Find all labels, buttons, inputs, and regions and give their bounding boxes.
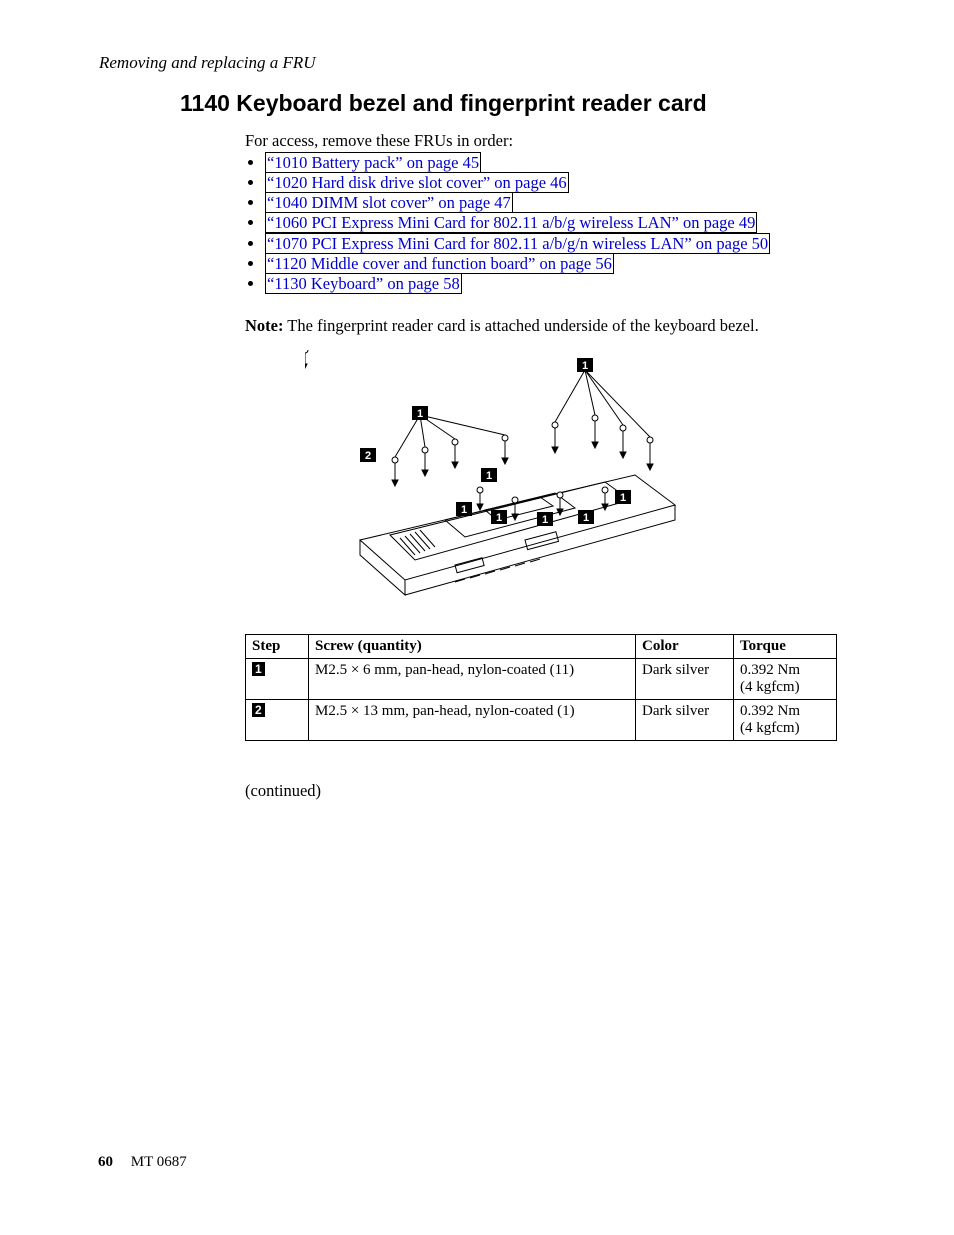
cell-step: 1 xyxy=(246,658,309,699)
svg-text:1: 1 xyxy=(461,504,467,516)
fru-link[interactable]: “1020 Hard disk drive slot cover” on pag… xyxy=(265,172,569,193)
col-color: Color xyxy=(636,634,734,658)
svg-text:1: 1 xyxy=(582,360,588,372)
screw-table: Step Screw (quantity) Color Torque 1 M2.… xyxy=(245,634,837,741)
col-torque: Torque xyxy=(734,634,837,658)
figure-callout-1-icon: 1 xyxy=(578,510,594,524)
fru-link[interactable]: “1130 Keyboard” on page 58 xyxy=(265,273,462,294)
note-text: The fingerprint reader card is attached … xyxy=(283,316,758,335)
table-header-row: Step Screw (quantity) Color Torque xyxy=(246,634,837,658)
list-item: “1070 PCI Express Mini Card for 802.11 a… xyxy=(265,234,840,254)
col-step: Step xyxy=(246,634,309,658)
figure-callout-1-icon: 1 xyxy=(537,512,553,526)
figure-callout-1-icon: 1 xyxy=(577,358,593,372)
main-content: 1140 Keyboard bezel and fingerprint read… xyxy=(180,90,840,801)
cell-color: Dark silver xyxy=(636,658,734,699)
continued-label: (continued) xyxy=(245,781,840,801)
step-callout-icon: 2 xyxy=(252,703,265,717)
page-number: 60 xyxy=(98,1154,113,1170)
list-item: “1060 PCI Express Mini Card for 802.11 a… xyxy=(265,213,840,233)
page: Removing and replacing a FRU 1140 Keyboa… xyxy=(0,0,954,1235)
svg-text:1: 1 xyxy=(583,512,589,524)
list-item: “1130 Keyboard” on page 58 xyxy=(265,274,840,294)
cell-screw: M2.5 × 13 mm, pan-head, nylon-coated (1) xyxy=(309,699,636,740)
figure-callout-2-icon: 2 xyxy=(360,448,376,462)
fru-prerequisite-list: “1010 Battery pack” on page 45 “1020 Har… xyxy=(245,153,840,294)
cell-step: 2 xyxy=(246,699,309,740)
figure-callout-1-icon: 1 xyxy=(615,490,631,504)
fru-link[interactable]: “1070 PCI Express Mini Card for 802.11 a… xyxy=(265,233,770,254)
list-item: “1020 Hard disk drive slot cover” on pag… xyxy=(265,173,840,193)
svg-text:2: 2 xyxy=(365,450,371,462)
svg-text:1: 1 xyxy=(542,514,548,526)
fru-link[interactable]: “1120 Middle cover and function board” o… xyxy=(265,253,614,274)
fru-link[interactable]: “1010 Battery pack” on page 45 xyxy=(265,152,481,173)
figure-callout-1-icon: 1 xyxy=(491,510,507,524)
cell-screw: M2.5 × 6 mm, pan-head, nylon-coated (11) xyxy=(309,658,636,699)
section-title: 1140 Keyboard bezel and fingerprint read… xyxy=(180,90,840,117)
note-label: Note: xyxy=(245,316,283,335)
table-row: 1 M2.5 × 6 mm, pan-head, nylon-coated (1… xyxy=(246,658,837,699)
table-row: 2 M2.5 × 13 mm, pan-head, nylon-coated (… xyxy=(246,699,837,740)
fru-link[interactable]: “1060 PCI Express Mini Card for 802.11 a… xyxy=(265,212,757,233)
list-item: “1120 Middle cover and function board” o… xyxy=(265,254,840,274)
figure-callout-1-icon: 1 xyxy=(412,406,428,420)
list-item: “1040 DIMM slot cover” on page 47 xyxy=(265,193,840,213)
step-callout-icon: 1 xyxy=(252,662,265,676)
svg-text:1: 1 xyxy=(486,470,492,482)
page-footer: 60 MT 0687 xyxy=(98,1154,187,1171)
cell-torque: 0.392 Nm(4 kgfcm) xyxy=(734,658,837,699)
svg-text:1: 1 xyxy=(417,408,423,420)
figure-callout-1-icon: 1 xyxy=(456,502,472,516)
running-head: Removing and replacing a FRU xyxy=(99,53,316,73)
doc-id: MT 0687 xyxy=(131,1154,187,1170)
list-item: “1010 Battery pack” on page 45 xyxy=(265,153,840,173)
figure-callout-1-icon: 1 xyxy=(481,468,497,482)
fru-link[interactable]: “1040 DIMM slot cover” on page 47 xyxy=(265,192,513,213)
svg-text:1: 1 xyxy=(496,512,502,524)
cell-torque: 0.392 Nm(4 kgfcm) xyxy=(734,699,837,740)
cell-color: Dark silver xyxy=(636,699,734,740)
note: Note: The fingerprint reader card is att… xyxy=(245,316,840,336)
intro-text: For access, remove these FRUs in order: xyxy=(245,131,840,151)
figure-keyboard-bezel: 1 1 2 1 1 1 xyxy=(305,350,715,610)
col-screw: Screw (quantity) xyxy=(309,634,636,658)
svg-text:1: 1 xyxy=(620,492,626,504)
